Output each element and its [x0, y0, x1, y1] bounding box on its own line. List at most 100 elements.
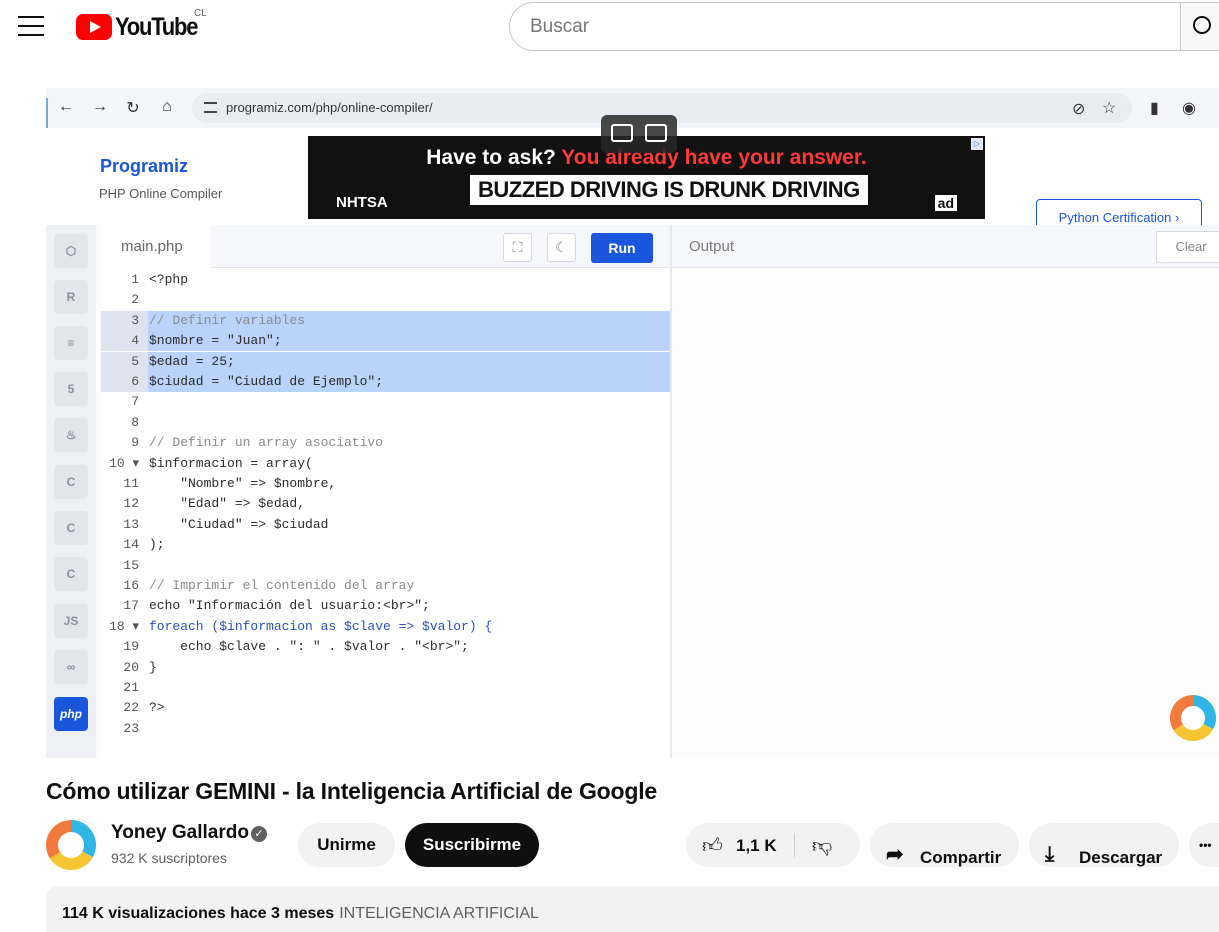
code-text: "Nombre" => $nombre, [149, 476, 337, 491]
language-sidebar: ⬡ R ≡ 5 ♨ C C C JS ∞ php [46, 225, 96, 758]
output-header: Output Clear [672, 225, 1219, 268]
forward-arrow-icon: → [92, 98, 108, 115]
like-count[interactable]: 1,1 K [736, 836, 777, 856]
code-editor: 1 <?php 2 3// Definir variables 4 $nombre = "… [101, 268, 670, 758]
ad-slogan: BUZZED DRIVING IS DRUNK DRIVING [470, 175, 868, 205]
php-icon: php [54, 697, 88, 731]
python-icon: ⬡ [54, 234, 88, 268]
html5-icon: 5 [54, 372, 88, 406]
line-number: 11 [123, 476, 139, 491]
run-button: Run [591, 233, 653, 263]
side-panel-icon: ▮ [1150, 100, 1159, 117]
like-dislike-group: 👍︎ 1,1 K 👎︎ [686, 823, 860, 867]
join-button[interactable]: Unirme [298, 823, 395, 867]
js-icon: JS [54, 604, 88, 638]
channel-watermark[interactable] [1170, 695, 1216, 741]
code-line: 16 // Imprimir el contenido del array [101, 576, 670, 596]
share-button[interactable]: ➦ Compartir [870, 823, 1019, 867]
code-line: 7 [101, 392, 670, 412]
home-icon: ⌂ [162, 98, 172, 115]
youtube-logo[interactable]: YouTube [76, 12, 208, 42]
player-overlay-controls [601, 115, 677, 153]
ad-brand: NHTSA [336, 194, 388, 211]
line-number: 20 [123, 659, 139, 675]
like-icon[interactable]: 👍︎ [702, 834, 723, 858]
code-line: 22 ?> [101, 698, 670, 718]
line-number: 21 [123, 680, 139, 695]
line-number: 6 [101, 372, 148, 392]
channel-avatar[interactable] [46, 820, 96, 870]
code-line: 5 $edad = 25; [101, 351, 670, 372]
search-bar [509, 2, 1219, 51]
youtube-logo-text: YouTube [115, 12, 198, 41]
code-text: ?> [149, 700, 165, 716]
share-label: Compartir [920, 848, 1002, 867]
browser-url: programiz.com/php/online-compiler/ [226, 100, 433, 115]
editor-header: main.php ⛶ ☾ Run [101, 225, 670, 268]
code-text: } [149, 659, 157, 675]
menu-icon[interactable] [18, 16, 44, 38]
video-title: Cómo utilizar GEMINI - la Inteligencia A… [46, 778, 657, 804]
code-text: $edad = 25; [149, 353, 235, 369]
youtube-header: YouTube CL [0, 0, 1219, 56]
code-text: // Definir un array asociativo [149, 435, 384, 451]
verified-check-icon: ✓ [251, 826, 267, 842]
code-line: 11 "Nombre" => $nombre, [101, 474, 670, 494]
video-player[interactable]: ← → ↻ ⌂ programiz.com/php/online-compile… [46, 88, 1219, 758]
code-line: 2 [101, 290, 670, 310]
line-number: 2 [131, 292, 139, 308]
download-button[interactable]: ⤓ Descargar [1029, 823, 1179, 867]
code-text: $nombre = "Juan"; [149, 333, 282, 349]
code-text: echo "Información del usuario:<br>"; [149, 598, 430, 614]
video-stats: 114 K visualizaciones hace 3 meses INTELI… [62, 905, 539, 922]
programiz-logo: Programiz [100, 156, 189, 176]
search-icon [1193, 16, 1211, 34]
code-line: 17 echo "Información del usuario:<br>"; [101, 596, 670, 616]
site-settings-icon [204, 102, 217, 113]
subscribe-button[interactable]: Suscribirme [405, 823, 539, 867]
channel-name[interactable]: Yoney Gallardo [111, 822, 249, 844]
line-number: 19 [123, 639, 139, 655]
programiz-subtitle: PHP Online Compiler [99, 186, 223, 201]
more-actions-button[interactable]: ••• [1189, 823, 1219, 867]
dark-mode-icon: ☾ [547, 233, 576, 262]
code-line: 6 $ciudad = "Ciudad de Ejemplo"; [101, 372, 670, 392]
country-code: CL [194, 8, 207, 19]
database-icon: ≡ [54, 326, 88, 360]
line-number: 13 [123, 516, 139, 532]
code-line: 12 "Edad" => $edad, [101, 494, 670, 514]
ad-choices-icon: ▷ [971, 138, 983, 150]
line-number: 18 ▾ [109, 618, 139, 634]
code-text: "Ciudad" => $ciudad [149, 516, 329, 532]
java-icon: ♨ [54, 418, 88, 452]
reload-icon: ↻ [126, 100, 140, 117]
r-lang-icon: R [54, 280, 88, 314]
code-text: echo $clave . ": " . $valor . "<br>"; [149, 639, 469, 655]
code-line: 1 <?php [101, 270, 670, 290]
go-icon: ∞ [54, 650, 88, 684]
code-line: 20} [101, 658, 670, 678]
line-number: 23 [123, 720, 139, 736]
share-icon: ➦ [886, 843, 904, 866]
description-box[interactable]: 114 K visualizaciones hace 3 meses INTELI… [46, 886, 1219, 932]
tab-main-php: main.php [101, 225, 211, 268]
search-button[interactable] [1180, 2, 1219, 51]
clear-button: Clear [1156, 231, 1219, 263]
code-line: 9 // Definir un array asociativo [101, 433, 670, 453]
line-number: 7 [131, 394, 139, 410]
line-number: 22 [123, 700, 139, 716]
line-number: 3 [101, 310, 148, 331]
back-arrow-icon: ← [58, 98, 74, 115]
code-line: 13 "Ciudad" => $ciudad [101, 515, 670, 535]
code-line: 18 ▾ foreach ($informacion as $clave => $… [101, 617, 670, 637]
code-line: 4 $nombre = "Juan"; [101, 331, 670, 352]
star-icon: ☆ [1102, 100, 1117, 117]
pane-divider [670, 225, 672, 758]
dislike-icon[interactable]: 👎︎ [812, 834, 832, 858]
cpp-icon: C [54, 511, 88, 545]
code-line: 3// Definir variables [101, 310, 670, 331]
search-input[interactable] [509, 2, 1180, 51]
code-text: <?php [149, 272, 189, 287]
eye-off-icon: ⊘ [1072, 101, 1086, 118]
code-text: ); [149, 537, 165, 553]
